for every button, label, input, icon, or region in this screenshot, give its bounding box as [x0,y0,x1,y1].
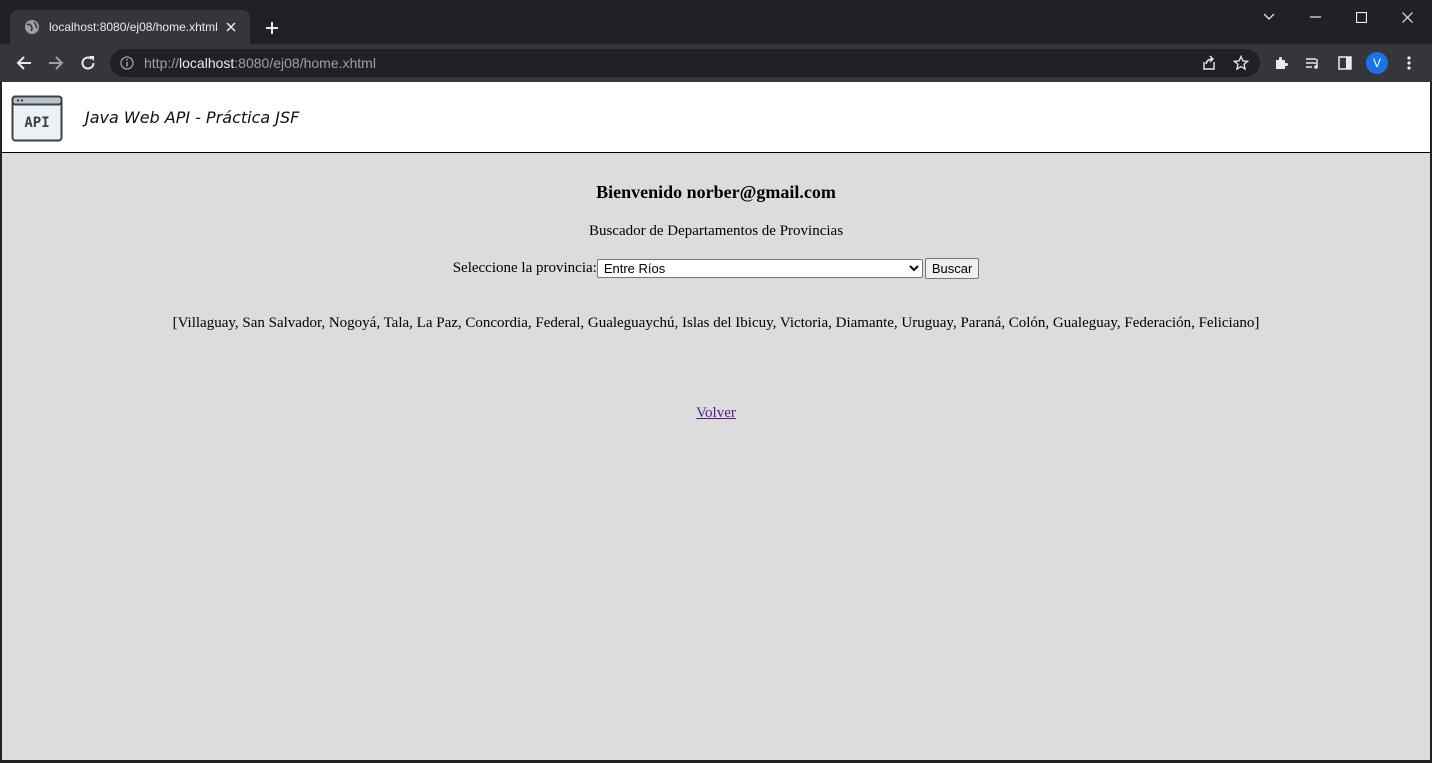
welcome-heading: Bienvenido norber@gmail.com [596,182,836,202]
back-link-row: Volver [2,405,1430,422]
page-viewport: API Java Web API - Práctica JSF Bienveni… [2,82,1430,760]
minimize-icon[interactable] [1292,0,1338,34]
extensions-icon[interactable] [1267,49,1295,77]
maximize-icon[interactable] [1338,0,1384,34]
search-button[interactable]: Buscar [924,258,980,279]
browser-toolbar: http://localhost:8080/ej08/home.xhtml V [0,44,1432,82]
site-info-icon[interactable] [120,56,134,70]
address-bar[interactable]: http://localhost:8080/ej08/home.xhtml [110,49,1260,77]
new-tab-icon[interactable] [260,16,284,40]
media-playlist-icon[interactable] [1299,49,1327,77]
tab-strip: localhost:8080/ej08/home.xhtml [0,0,1432,44]
globe-icon [24,19,40,35]
tab-title: localhost:8080/ej08/home.xhtml [49,20,218,34]
close-tab-icon[interactable] [222,18,240,36]
search-form: Seleccione la provincia: Entre Ríos Busc… [2,258,1430,279]
departments-result: [Villaguay, San Salvador, Nogoyá, Tala, … [172,315,1260,331]
site-title: Java Web API - Práctica JSF [85,108,300,127]
api-logo-icon: API [11,95,63,142]
browser-tab[interactable]: localhost:8080/ej08/home.xhtml [10,10,250,44]
profile-avatar[interactable]: V [1366,52,1388,74]
svg-text:API: API [24,115,49,131]
bookmark-star-icon[interactable] [1227,49,1255,77]
province-label: Seleccione la provincia: [452,260,597,276]
tab-search-chevron-icon[interactable] [1246,0,1292,34]
side-panel-icon[interactable] [1331,49,1359,77]
province-select[interactable]: Entre Ríos [596,259,923,278]
share-icon[interactable] [1195,49,1223,77]
browser-window: localhost:8080/ej08/home.xhtml http://lo… [0,0,1432,763]
forward-arrow-icon[interactable] [42,49,70,77]
back-link[interactable]: Volver [696,405,736,421]
back-arrow-icon[interactable] [10,49,38,77]
url-text: http://localhost:8080/ej08/home.xhtml [144,55,376,71]
kebab-menu-icon[interactable] [1395,49,1423,77]
page-subtitle: Buscador de Departamentos de Provincias [588,223,844,239]
site-header: API Java Web API - Práctica JSF [2,82,1430,153]
reload-icon[interactable] [74,49,102,77]
close-window-icon[interactable] [1384,0,1430,34]
